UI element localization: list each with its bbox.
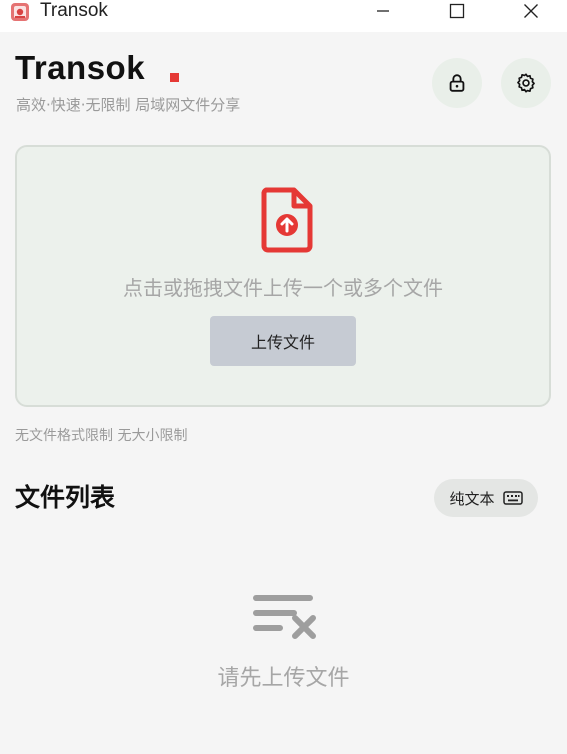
- plaintext-button[interactable]: 纯文本: [434, 479, 538, 517]
- window-titlebar: Transok: [0, 0, 567, 32]
- brand-title: Transok: [15, 49, 146, 86]
- dropzone-hint: 点击或拖拽文件上传一个或多个文件: [123, 276, 443, 300]
- clear-list-icon: [251, 592, 319, 642]
- minimize-button[interactable]: [360, 0, 406, 22]
- lock-button[interactable]: [432, 58, 482, 108]
- close-icon: [524, 4, 538, 18]
- gear-icon: [517, 73, 535, 93]
- file-upload-icon: [260, 187, 314, 253]
- keyboard-icon: [502, 491, 523, 505]
- brand-accent-dot: [170, 73, 179, 82]
- settings-button[interactable]: [501, 58, 551, 108]
- file-dropzone[interactable]: 点击或拖拽文件上传一个或多个文件 上传文件: [15, 145, 551, 407]
- minimize-icon: [377, 10, 389, 12]
- maximize-button[interactable]: [434, 0, 480, 22]
- limit-note: 无文件格式限制 无大小限制: [15, 428, 188, 444]
- empty-state-text: 请先上传文件: [217, 666, 350, 691]
- app-logo-icon: [10, 2, 30, 22]
- plaintext-label: 纯文本: [449, 489, 495, 508]
- upload-file-button[interactable]: 上传文件: [210, 316, 356, 366]
- file-list-title: 文件列表: [15, 483, 116, 512]
- tagline: 高效·快速·无限制 局域网文件分享: [16, 96, 241, 114]
- window-title: Transok: [40, 0, 108, 21]
- lock-icon: [449, 74, 465, 92]
- close-button[interactable]: [508, 0, 554, 22]
- maximize-icon: [449, 3, 465, 19]
